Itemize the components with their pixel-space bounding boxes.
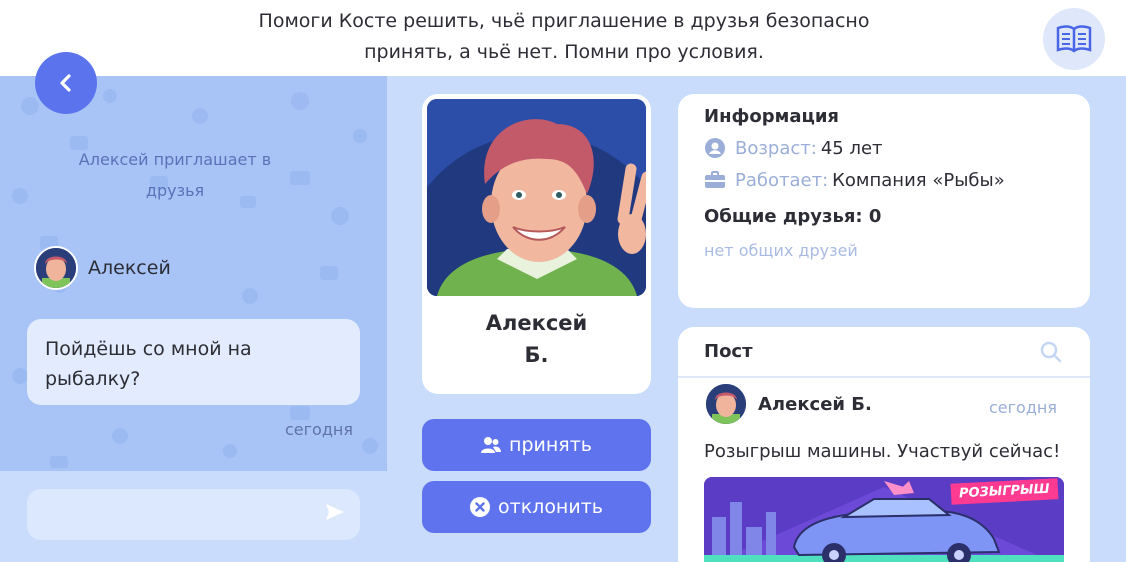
briefcase-icon bbox=[704, 169, 726, 191]
chat-input-area bbox=[0, 471, 387, 562]
close-circle-icon bbox=[470, 497, 490, 517]
main-area: Алексей приглашает в друзья Алексей Пойд… bbox=[0, 52, 1126, 562]
work-value: Компания «Рыбы» bbox=[832, 169, 1005, 191]
post-author: Алексей Б. bbox=[704, 382, 872, 426]
message-bubble: Пойдёшь со мной на рыбалку? bbox=[27, 319, 360, 405]
book-icon bbox=[1056, 25, 1092, 53]
post-author-name: Алексей Б. bbox=[758, 393, 872, 415]
accept-button[interactable]: принять bbox=[422, 419, 651, 471]
search-icon[interactable] bbox=[1040, 341, 1062, 363]
message-time: сегодня bbox=[285, 420, 353, 439]
accept-label: принять bbox=[509, 434, 592, 456]
info-card: Информация Возраст: 45 лет Работает: Ком… bbox=[678, 94, 1090, 308]
work-label: Работает: bbox=[735, 169, 829, 191]
mutual-friends-empty: нет общих друзей bbox=[704, 241, 858, 260]
profile-name: Алексей Б. bbox=[485, 311, 588, 367]
info-title: Информация bbox=[704, 106, 839, 127]
back-button[interactable] bbox=[35, 52, 97, 114]
chat-panel: Алексей приглашает в друзья Алексей Пойд… bbox=[0, 76, 387, 562]
chevron-left-icon bbox=[60, 74, 71, 92]
post-time: сегодня bbox=[989, 398, 1057, 417]
avatar bbox=[704, 382, 748, 426]
age-label: Возраст: bbox=[735, 137, 817, 159]
message-input[interactable] bbox=[27, 489, 360, 540]
users-icon bbox=[481, 437, 502, 453]
person-circle-icon bbox=[704, 137, 726, 159]
age-row: Возраст: 45 лет bbox=[704, 137, 1064, 159]
post-image[interactable]: РОЗЫГРЫШ bbox=[704, 477, 1064, 562]
post-text: Розыгрыш машины. Участвуй сейчас! bbox=[704, 441, 1061, 462]
profile-photo bbox=[427, 99, 646, 296]
instruction-text: Помоги Косте решить, чьё приглашение в д… bbox=[258, 10, 870, 63]
decline-button[interactable]: отклонить bbox=[422, 481, 651, 533]
message-sender: Алексей bbox=[34, 246, 171, 290]
send-icon[interactable] bbox=[324, 501, 346, 523]
work-row: Работает: Компания «Рыбы» bbox=[704, 169, 1064, 191]
top-bar: Помоги Косте решить, чьё приглашение в д… bbox=[0, 0, 1126, 76]
mutual-friends-title: Общие друзья: 0 bbox=[704, 206, 882, 227]
post-card: Пост Алексей Б. сегодня Розыгрыш машины.… bbox=[678, 327, 1090, 562]
rules-button[interactable] bbox=[1043, 8, 1105, 70]
post-header: Пост bbox=[678, 327, 1090, 378]
sender-name: Алексей bbox=[88, 257, 171, 279]
age-value: 45 лет bbox=[820, 137, 883, 159]
post-header-title: Пост bbox=[704, 341, 753, 362]
profile-card: Алексей Б. bbox=[422, 94, 651, 394]
invite-notice: Алексей приглашает в друзья bbox=[78, 150, 272, 200]
decline-label: отклонить bbox=[498, 496, 603, 518]
avatar bbox=[34, 246, 78, 290]
